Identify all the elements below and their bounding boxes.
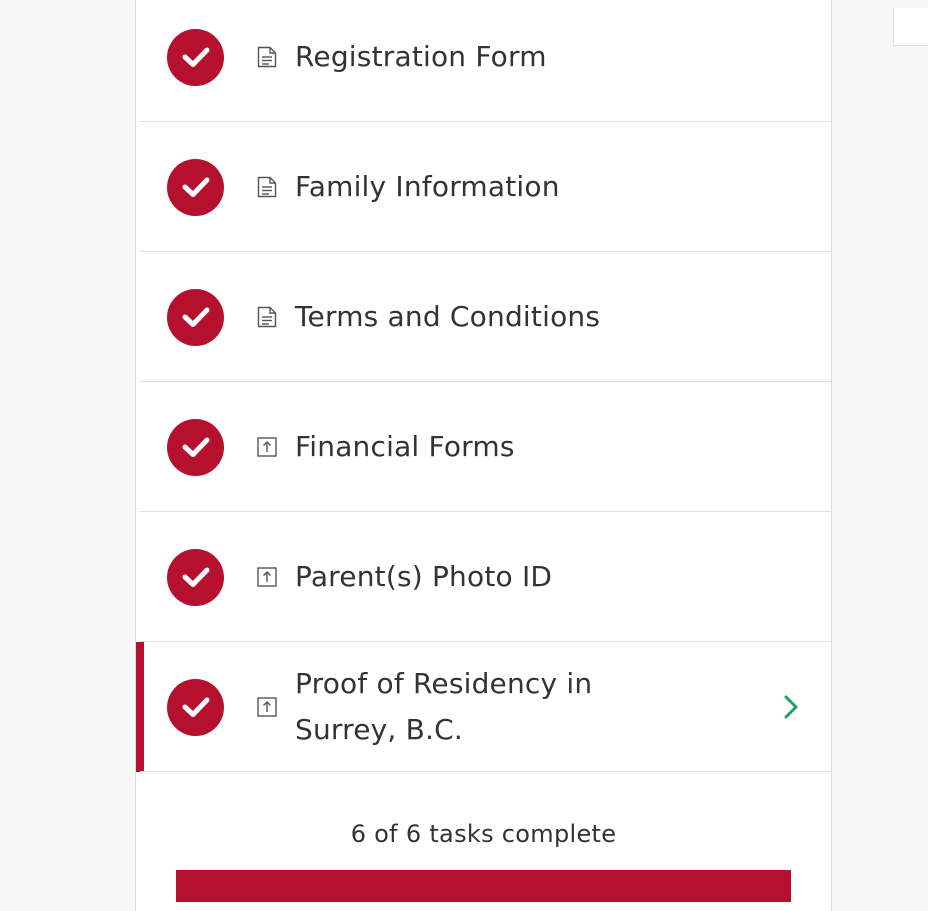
task-label: Financial Forms	[295, 430, 515, 463]
upload-icon	[257, 696, 277, 718]
upload-icon	[257, 566, 277, 588]
progress-text: 6 of 6 tasks complete	[350, 820, 617, 848]
task-item-proof-of-residency[interactable]: Proof of Residency in Surrey, B.C.	[136, 642, 831, 772]
document-icon	[257, 176, 277, 198]
task-item-parents-photo-id[interactable]: Parent(s) Photo ID	[136, 512, 831, 642]
chevron-right-icon[interactable]	[781, 693, 801, 721]
check-icon	[167, 28, 224, 86]
task-list: Registration Form Family Information Ter…	[136, 0, 831, 772]
task-item-family-information[interactable]: Family Information	[136, 122, 831, 252]
task-panel: Registration Form Family Information Ter…	[135, 0, 832, 911]
task-label: Parent(s) Photo ID	[295, 560, 553, 593]
task-item-registration-form[interactable]: Registration Form	[136, 0, 831, 122]
task-label: Family Information	[295, 170, 560, 203]
progress-bar-fill	[176, 870, 791, 902]
progress-section: 6 of 6 tasks complete	[136, 819, 831, 849]
document-icon	[257, 46, 277, 68]
task-label: Proof of Residency in Surrey, B.C.	[295, 667, 593, 746]
upload-icon	[257, 436, 277, 458]
task-label: Terms and Conditions	[295, 300, 601, 333]
task-item-terms-and-conditions[interactable]: Terms and Conditions	[136, 252, 831, 382]
check-icon	[167, 158, 224, 216]
check-icon	[167, 418, 224, 476]
check-icon	[167, 678, 224, 736]
adjacent-card	[893, 8, 928, 46]
document-icon	[257, 306, 277, 328]
task-item-financial-forms[interactable]: Financial Forms	[136, 382, 831, 512]
check-icon	[167, 548, 224, 606]
selected-indicator	[136, 642, 144, 772]
task-label: Registration Form	[295, 40, 547, 73]
check-icon	[167, 288, 224, 346]
progress-bar	[176, 870, 791, 902]
